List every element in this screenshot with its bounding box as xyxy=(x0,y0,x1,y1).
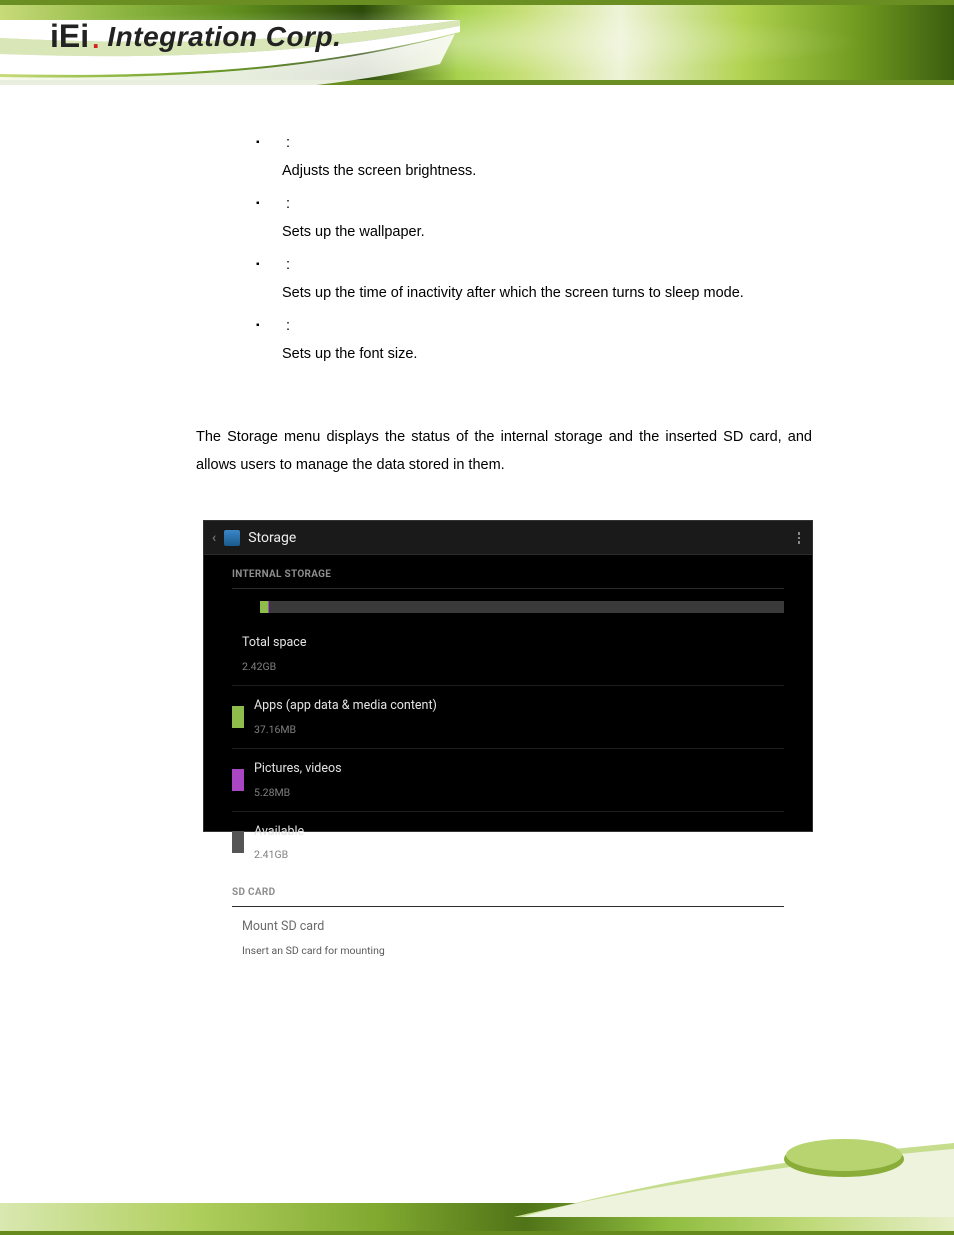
storage-row-pictures[interactable]: Pictures, videos 5.28MB xyxy=(232,748,784,811)
header-bottom-stripe xyxy=(0,80,954,85)
footer-bottom-stripe xyxy=(0,1231,954,1235)
storage-body: INTERNAL STORAGE Total space 2.42GB Apps… xyxy=(204,555,812,968)
swatch-apps xyxy=(232,706,244,728)
storage-row-available[interactable]: Available 2.41GB xyxy=(232,811,784,874)
storage-usage-bar xyxy=(260,601,784,613)
total-space-value: 2.42GB xyxy=(242,657,306,677)
storage-row-apps[interactable]: Apps (app data & media content) 37.16MB xyxy=(232,685,784,748)
bullet-item-wallpaper: : Sets up the wallpaper. xyxy=(256,191,812,246)
back-chevron-icon[interactable]: ‹ xyxy=(212,525,216,552)
internal-storage-header: INTERNAL STORAGE xyxy=(232,555,784,589)
pictures-value: 5.28MB xyxy=(254,783,342,803)
logo-mark-text: iEi xyxy=(50,18,89,55)
bullet-item-fontsize: : Sets up the font size. xyxy=(256,313,812,368)
bullet-desc: Sets up the time of inactivity after whi… xyxy=(282,280,812,308)
bullet-item-brightness: : Adjusts the screen brightness. xyxy=(256,130,812,185)
apps-label: Apps (app data & media content) xyxy=(254,694,437,718)
logo-mark: iEi. xyxy=(50,18,99,55)
page-header: iEi. Integration Corp. xyxy=(0,0,954,113)
available-label: Available xyxy=(254,820,304,844)
mount-sd-sub: Insert an SD card for mounting xyxy=(242,941,385,961)
bullet-colon: : xyxy=(286,196,290,212)
storage-titlebar: ‹ Storage xyxy=(204,521,812,555)
page-body: : Adjusts the screen brightness. : Sets … xyxy=(196,130,812,831)
pictures-label: Pictures, videos xyxy=(254,757,342,781)
settings-app-icon[interactable] xyxy=(224,530,240,546)
logo-mark-dot: . xyxy=(92,24,99,55)
display-settings-list: : Adjusts the screen brightness. : Sets … xyxy=(256,130,812,368)
storage-titlebar-left: ‹ Storage xyxy=(212,525,296,552)
sd-card-header: SD CARD xyxy=(232,873,784,907)
bullet-desc: Sets up the wallpaper. xyxy=(282,219,812,247)
apps-value: 37.16MB xyxy=(254,720,437,740)
mount-sd-label: Mount SD card xyxy=(242,915,385,939)
bullet-colon: : xyxy=(286,318,290,334)
storage-title: Storage xyxy=(248,525,296,552)
storage-row-mount-sd: Mount SD card Insert an SD card for moun… xyxy=(232,907,784,969)
bullet-desc: Sets up the font size. xyxy=(282,341,812,369)
bullet-item-sleep: : Sets up the time of inactivity after w… xyxy=(256,252,812,307)
storage-settings-screenshot: ‹ Storage INTERNAL STORAGE Total space 2… xyxy=(204,521,812,831)
overflow-menu-icon[interactable] xyxy=(794,528,805,548)
page-footer xyxy=(0,1165,954,1235)
bullet-desc: Adjusts the screen brightness. xyxy=(282,158,812,186)
usage-segment-pictures xyxy=(268,601,270,613)
footer-band xyxy=(0,1203,954,1231)
bullet-colon: : xyxy=(286,135,290,151)
swatch-pictures xyxy=(232,769,244,791)
total-space-label: Total space xyxy=(242,631,306,655)
usage-segment-apps xyxy=(260,601,268,613)
bullet-colon: : xyxy=(286,257,290,273)
logo-company-text: Integration Corp. xyxy=(107,21,341,53)
company-logo: iEi. Integration Corp. xyxy=(50,18,341,55)
swatch-available xyxy=(232,831,244,853)
storage-row-total[interactable]: Total space 2.42GB xyxy=(232,617,784,685)
available-value: 2.41GB xyxy=(254,845,304,865)
storage-section-paragraph: The Storage menu displays the status of … xyxy=(196,424,812,479)
